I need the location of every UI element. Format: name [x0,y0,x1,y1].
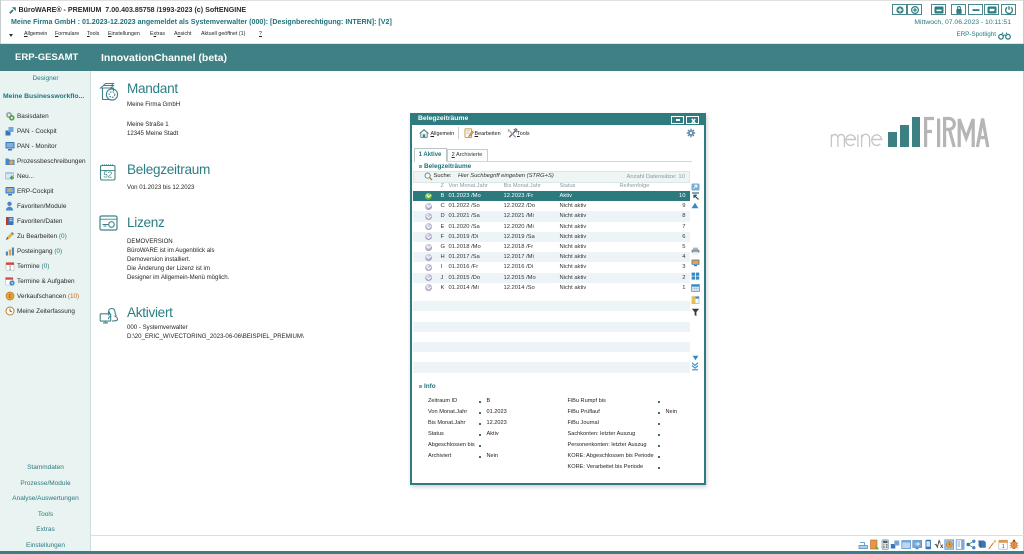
svg-text:1: 1 [1002,544,1005,550]
svg-text:1: 1 [9,265,12,271]
svg-text:x: x [940,544,944,550]
svg-text:€: € [8,294,11,300]
svg-text:52: 52 [103,171,112,180]
